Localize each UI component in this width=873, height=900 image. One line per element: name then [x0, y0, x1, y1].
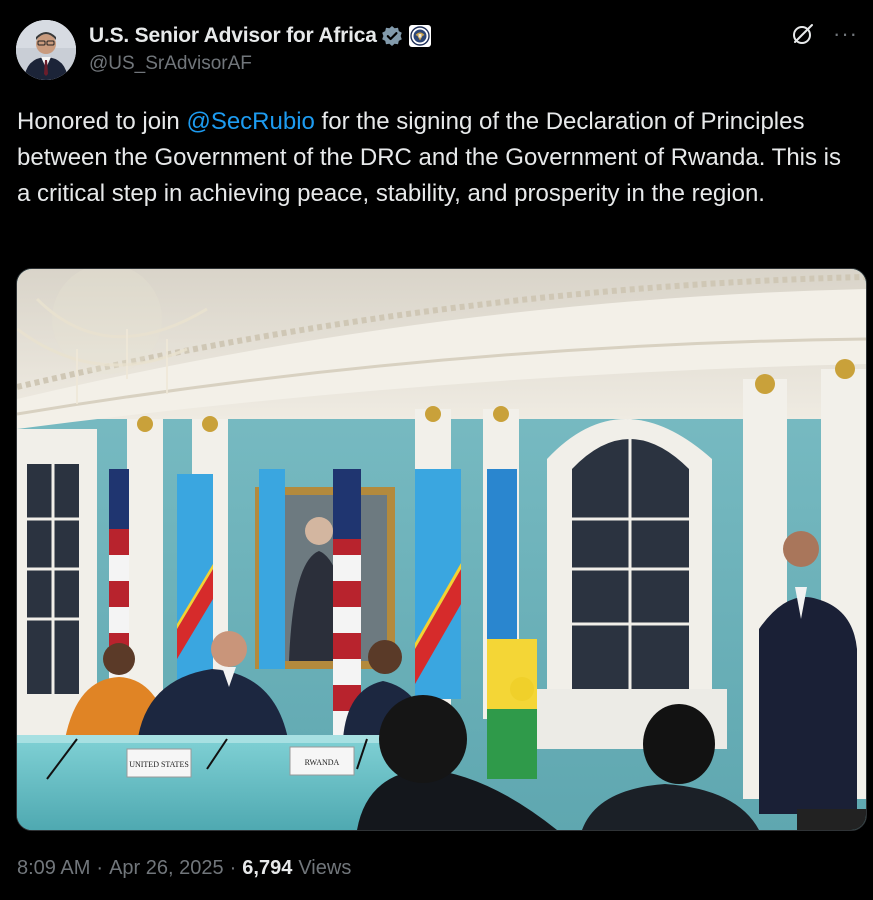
- verified-badge-icon[interactable]: [381, 25, 403, 47]
- handle[interactable]: @US_SrAdvisorAF: [89, 53, 431, 75]
- mention-link[interactable]: @SecRubio: [186, 108, 314, 135]
- top-actions: ···: [791, 22, 857, 46]
- views-label: Views: [298, 857, 352, 879]
- tweet-date[interactable]: Apr 26, 2025: [109, 857, 224, 880]
- display-name[interactable]: U.S. Senior Advisor for Africa: [89, 24, 377, 48]
- meta-separator-2: ·: [229, 857, 237, 879]
- more-icon[interactable]: ···: [833, 23, 857, 45]
- tweet-header: U.S. Senior Advisor for Africa @US_SrAdv…: [16, 20, 857, 82]
- meta-separator: ·: [96, 857, 104, 879]
- avatar[interactable]: [16, 20, 76, 80]
- tweet-photo[interactable]: UNITED STATES RWANDA: [16, 268, 867, 831]
- tweet-meta: 8:09 AM · Apr 26, 2025 · 6,794 Views: [17, 857, 351, 880]
- placard-united-states: UNITED STATES: [129, 760, 189, 769]
- grok-icon[interactable]: [791, 22, 815, 46]
- tweet-text: Honored to join @SecRubio for the signin…: [17, 104, 857, 212]
- tweet-time[interactable]: 8:09 AM: [17, 857, 90, 880]
- views-count[interactable]: 6,794: [242, 857, 292, 880]
- state-department-seal-icon: [408, 25, 431, 47]
- placard-rwanda: RWANDA: [305, 758, 340, 767]
- display-name-row: U.S. Senior Advisor for Africa: [89, 23, 431, 49]
- tweet-text-before: Honored to join: [17, 108, 187, 135]
- account-names: U.S. Senior Advisor for Africa @US_SrAdv…: [89, 23, 431, 75]
